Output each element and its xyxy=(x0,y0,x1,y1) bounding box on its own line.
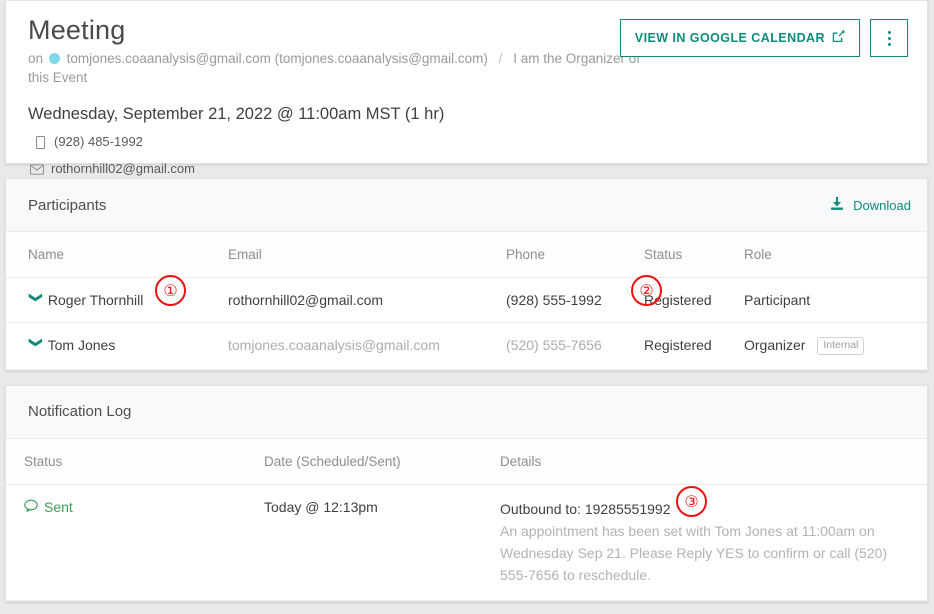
table-row[interactable]: Sent Today @ 12:13pm Outbound to: 192855… xyxy=(6,484,927,601)
column-header-role: Role xyxy=(744,232,927,278)
column-header-name: Name xyxy=(6,232,228,278)
meeting-header-card: Meeting on tomjones.coaanalysis@gmail.co… xyxy=(5,0,928,176)
participant-role-cell: Organizer Internal xyxy=(744,322,927,370)
calendar-name: tomjones.coaanalysis@gmail.com xyxy=(66,51,271,66)
kebab-dot-icon xyxy=(887,36,891,40)
participant-phone: (520) 555-7656 xyxy=(506,322,644,370)
view-in-google-calendar-button[interactable]: VIEW IN GOOGLE CALENDAR xyxy=(619,19,860,57)
participant-status: Registered xyxy=(644,322,744,370)
notification-status-label: Sent xyxy=(44,498,73,515)
page-root: Meeting on tomjones.coaanalysis@gmail.co… xyxy=(0,0,934,614)
notification-date: Today @ 12:13pm xyxy=(264,484,500,601)
header-actions: VIEW IN GOOGLE CALENDAR xyxy=(619,19,908,57)
table-row[interactable]: ❯ Tom Jones tomjones.coaanalysis@gmail.c… xyxy=(6,322,927,370)
column-header-phone: Phone xyxy=(506,232,644,278)
view-in-google-calendar-label: VIEW IN GOOGLE CALENDAR xyxy=(634,31,825,45)
on-label: on xyxy=(28,51,44,66)
participants-card: Participants Download Name Email Phone S… xyxy=(5,178,928,371)
notification-details-cell: Outbound to: 19285551992 An appointment … xyxy=(500,484,927,601)
kebab-dot-icon xyxy=(887,30,891,34)
participant-name-cell: ❯ Roger Thornhill xyxy=(6,277,228,323)
notification-log-header: Notification Log xyxy=(6,385,927,439)
participant-name: Roger Thornhill xyxy=(47,292,144,308)
download-label: Download xyxy=(853,197,911,213)
column-header-email: Email xyxy=(228,232,506,278)
participant-name: Tom Jones xyxy=(47,337,116,353)
participant-status: Registered xyxy=(644,277,744,323)
participants-table: Name Email Phone Status Role ❯ Roger Tho… xyxy=(6,232,927,370)
status-badge: Internal xyxy=(817,337,865,355)
participants-table-head: Name Email Phone Status Role xyxy=(6,232,927,278)
participants-header-row: Name Email Phone Status Role xyxy=(6,232,927,278)
notification-status: Sent xyxy=(24,499,73,515)
participants-title: Participants xyxy=(28,196,107,214)
column-header-status: Status xyxy=(644,232,744,278)
participants-table-body: ❯ Roger Thornhill rothornhill02@gmail.co… xyxy=(6,277,927,370)
participant-phone: (928) 555-1992 xyxy=(506,277,644,323)
calendar-account: (tomjones.coaanalysis@gmail.com) xyxy=(274,51,488,66)
kebab-dot-icon xyxy=(887,42,891,46)
notification-table-head: Status Date (Scheduled/Sent) Details xyxy=(6,438,927,485)
notification-detail-body: An appointment has been set with Tom Jon… xyxy=(500,522,888,583)
expand-row-chevron-down-icon[interactable]: ❯ xyxy=(28,337,44,353)
participant-email: rothornhill02@gmail.com xyxy=(228,277,506,323)
notification-table-body: Sent Today @ 12:13pm Outbound to: 192855… xyxy=(6,484,927,601)
participant-role: Participant xyxy=(744,277,927,323)
column-header-status: Status xyxy=(6,438,264,485)
notification-status-cell: Sent xyxy=(6,484,264,601)
participant-role: Organizer xyxy=(744,337,806,353)
column-header-date: Date (Scheduled/Sent) xyxy=(264,438,500,485)
expand-row-chevron-down-icon[interactable]: ❯ xyxy=(28,292,44,308)
notification-header-row: Status Date (Scheduled/Sent) Details xyxy=(6,438,927,485)
calendar-color-dot-icon xyxy=(48,53,60,64)
notification-detail-head: Outbound to: 19285551992 xyxy=(500,500,671,517)
envelope-icon xyxy=(30,162,44,176)
column-header-details: Details xyxy=(500,438,927,485)
meeting-phone-row: (928) 485-1992 xyxy=(28,132,911,152)
meeting-datetime: Wednesday, September 21, 2022 @ 11:00am … xyxy=(28,105,445,123)
participants-header: Participants Download xyxy=(6,179,927,232)
table-row[interactable]: ❯ Roger Thornhill rothornhill02@gmail.co… xyxy=(6,277,927,323)
notification-log-title: Notification Log xyxy=(28,403,132,420)
notification-log-card: Notification Log Status Date (Scheduled/… xyxy=(5,384,928,602)
meeting-subtitle: on tomjones.coaanalysis@gmail.com (tomjo… xyxy=(28,49,648,87)
participant-email: tomjones.coaanalysis@gmail.com xyxy=(228,322,506,370)
download-icon xyxy=(830,196,844,214)
participant-name-cell: ❯ Tom Jones xyxy=(6,322,228,370)
mobile-phone-icon xyxy=(33,135,47,149)
download-participants-button[interactable]: Download xyxy=(830,196,911,214)
external-link-icon xyxy=(832,30,845,46)
notification-log-table: Status Date (Scheduled/Sent) Details Sen… xyxy=(6,438,927,601)
more-options-button[interactable] xyxy=(870,19,908,57)
speech-bubble-icon xyxy=(24,499,38,515)
meeting-email-row: rothornhill02@gmail.com xyxy=(28,159,911,179)
meeting-phone-value: (928) 485-1992 xyxy=(54,134,143,149)
subtitle-separator: / xyxy=(498,51,503,66)
meeting-email-value: rothornhill02@gmail.com xyxy=(51,161,195,176)
